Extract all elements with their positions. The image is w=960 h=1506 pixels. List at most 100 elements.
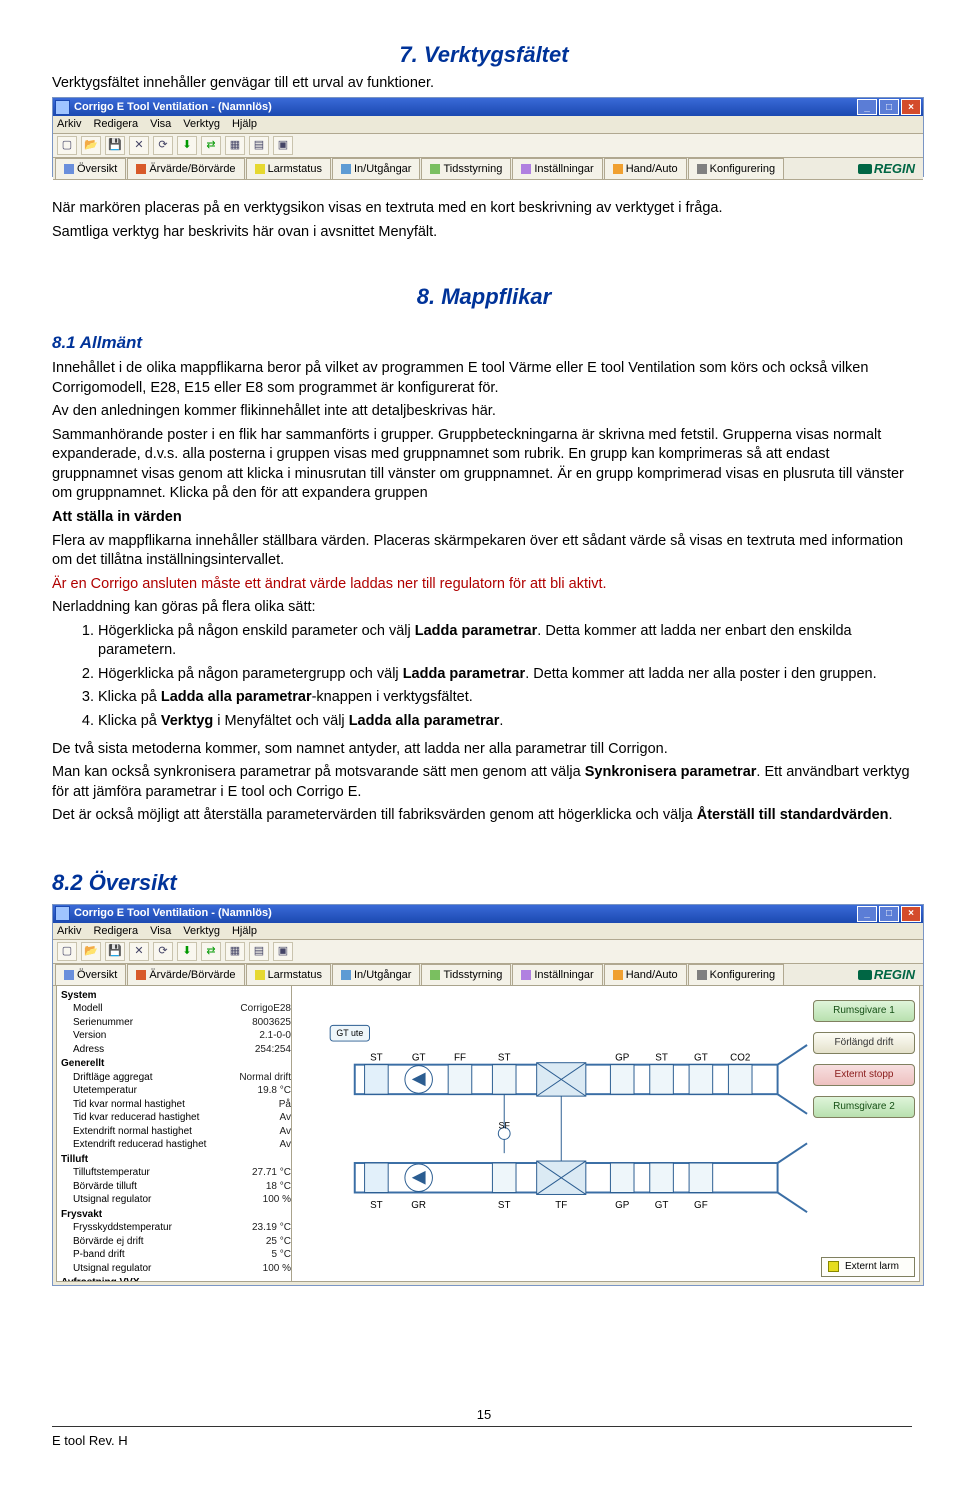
menu-arkiv[interactable]: Arkiv	[57, 924, 81, 939]
tab-larm[interactable]: Larmstatus	[246, 964, 331, 985]
menu-arkiv[interactable]: Arkiv	[57, 117, 81, 132]
btn-forlangd[interactable]: Förlängd drift	[813, 1032, 915, 1054]
toolbar: ▢ 📂 💾 ✕ ⟳ ⬇ ⇄ ▦ ▤ ▣	[53, 134, 923, 158]
tab-larm[interactable]: Larmstatus	[246, 158, 331, 179]
svg-text:SF: SF	[499, 1120, 511, 1130]
p-81b: Av den anledningen kommer flikinnehållet…	[52, 402, 916, 422]
tab-tid[interactable]: Tidsstyrning	[421, 964, 511, 985]
btn-rumsgivare2[interactable]: Rumsgivare 2	[813, 1096, 915, 1118]
p-fl-red: Är en Corrigo ansluten måste ett ändrat …	[52, 575, 916, 595]
btn-rumsgivare1[interactable]: Rumsgivare 1	[813, 1000, 915, 1022]
list-item-2: Högerklicka på någon parametergrupp och …	[98, 665, 916, 685]
svg-text:GF: GF	[694, 1200, 708, 1211]
tab-io[interactable]: In/Utgångar	[332, 964, 420, 985]
tab-oversikt[interactable]: Översikt	[55, 964, 126, 985]
tab-hand[interactable]: Hand/Auto	[604, 964, 687, 985]
tool-open-icon[interactable]: 📂	[81, 136, 101, 155]
list-item-1: Högerklicka på någon enskild parameter o…	[98, 622, 916, 661]
tool-chart-icon[interactable]: ▦	[225, 136, 245, 155]
heading-7: 7. Verktygsfältet	[52, 40, 916, 70]
tool-chart-icon[interactable]: ▦	[225, 942, 245, 961]
tool-sync-icon[interactable]: ⇄	[201, 942, 221, 961]
heading-8-1: 8.1 Allmänt	[52, 332, 916, 355]
tab-konf[interactable]: Konfigurering	[688, 964, 784, 985]
list-item-4: Klicka på Verktyg i Menyfältet och välj …	[98, 712, 916, 732]
tool-download-icon[interactable]: ⬇	[177, 942, 197, 961]
svg-text:ST: ST	[370, 1052, 383, 1063]
tree-panel[interactable]: System ModellCorrigoE28 Serienummer80036…	[56, 985, 296, 1282]
menu-verktyg[interactable]: Verktyg	[183, 924, 220, 939]
maximize-button[interactable]: □	[879, 99, 899, 115]
tool-delete-icon[interactable]: ✕	[129, 136, 149, 155]
tab-hand[interactable]: Hand/Auto	[604, 158, 687, 179]
p-7b: När markören placeras på en verktygsikon…	[52, 199, 916, 219]
tool-refresh-icon[interactable]: ⟳	[153, 136, 173, 155]
tool-group-icon[interactable]: ▣	[273, 136, 293, 155]
app-icon	[55, 906, 70, 921]
menu-hjalp[interactable]: Hjälp	[232, 924, 257, 939]
menu-bar: Arkiv Redigera Visa Verktyg Hjälp	[53, 116, 923, 134]
tool-group-icon[interactable]: ▣	[273, 942, 293, 961]
tab-konf[interactable]: Konfigurering	[688, 158, 784, 179]
svg-text:CO2: CO2	[730, 1052, 750, 1063]
minimize-button[interactable]: _	[857, 906, 877, 922]
svg-text:GP: GP	[615, 1200, 630, 1211]
p-81c: Sammanhörande poster i en flik har samma…	[52, 426, 916, 504]
tool-save-icon[interactable]: 💾	[105, 942, 125, 961]
tool-new-icon[interactable]: ▢	[57, 942, 77, 961]
svg-text:ST: ST	[370, 1200, 383, 1211]
p-7a: Verktygsfältet innehåller genvägar till …	[52, 74, 916, 94]
maximize-button[interactable]: □	[879, 906, 899, 922]
p-end3: Det är också möjligt att återställa para…	[52, 806, 916, 826]
svg-text:FF: FF	[454, 1052, 466, 1063]
menu-redigera[interactable]: Redigera	[93, 117, 138, 132]
window-title: Corrigo E Tool Ventilation - (Namnlös)	[74, 100, 272, 115]
svg-text:GR: GR	[411, 1200, 426, 1211]
tab-inst[interactable]: Inställningar	[512, 158, 602, 179]
tab-oversikt[interactable]: Översikt	[55, 158, 126, 179]
brand-regin: REGIN	[858, 966, 921, 984]
window-title: Corrigo E Tool Ventilation - (Namnlös)	[74, 906, 272, 921]
svg-text:ST: ST	[498, 1052, 511, 1063]
close-button[interactable]: ×	[901, 99, 921, 115]
menu-hjalp[interactable]: Hjälp	[232, 117, 257, 132]
btn-externtstopp[interactable]: Externt stopp	[813, 1064, 915, 1086]
tab-tid[interactable]: Tidsstyrning	[421, 158, 511, 179]
tool-refresh-icon[interactable]: ⟳	[153, 942, 173, 961]
app-icon	[55, 100, 70, 115]
tool-download-icon[interactable]: ⬇	[177, 136, 197, 155]
tool-open-icon[interactable]: 📂	[81, 942, 101, 961]
minimize-button[interactable]: _	[857, 99, 877, 115]
tab-arvarde[interactable]: Ärvärde/Börvärde	[127, 158, 244, 179]
tab-arvarde[interactable]: Ärvärde/Börvärde	[127, 964, 244, 985]
svg-text:GT ute: GT ute	[336, 1028, 363, 1038]
tool-save-icon[interactable]: 💾	[105, 136, 125, 155]
p-7c: Samtliga verktyg har beskrivits här ovan…	[52, 223, 916, 243]
svg-text:GT: GT	[694, 1052, 708, 1063]
p-end1: De två sista metoderna kommer, som namne…	[52, 740, 916, 760]
tool-note-icon[interactable]: ▤	[249, 942, 269, 961]
close-button[interactable]: ×	[901, 906, 921, 922]
p-attstalla: Att ställa in värden	[52, 508, 916, 528]
page-number: 15	[477, 1406, 491, 1424]
indicator-externtlarm: Externt larm	[821, 1257, 915, 1277]
tool-new-icon[interactable]: ▢	[57, 136, 77, 155]
menu-verktyg[interactable]: Verktyg	[183, 117, 220, 132]
brand-regin: REGIN	[858, 160, 921, 178]
menu-visa[interactable]: Visa	[150, 924, 171, 939]
tab-bar: Översikt Ärvärde/Börvärde Larmstatus In/…	[53, 158, 923, 180]
tool-delete-icon[interactable]: ✕	[129, 942, 149, 961]
tab-inst[interactable]: Inställningar	[512, 964, 602, 985]
menu-visa[interactable]: Visa	[150, 117, 171, 132]
screenshot-overview: Corrigo E Tool Ventilation - (Namnlös) _…	[52, 904, 924, 1286]
svg-text:GP: GP	[615, 1052, 630, 1063]
svg-text:GT: GT	[412, 1052, 426, 1063]
tool-sync-icon[interactable]: ⇄	[201, 136, 221, 155]
screenshot-toolbar: Corrigo E Tool Ventilation - (Namnlös) _…	[52, 97, 924, 177]
menu-redigera[interactable]: Redigera	[93, 924, 138, 939]
svg-text:ST: ST	[655, 1052, 668, 1063]
p-end2: Man kan också synkronisera parametrar på…	[52, 763, 916, 802]
tab-io[interactable]: In/Utgångar	[332, 158, 420, 179]
svg-text:ST: ST	[498, 1200, 511, 1211]
tool-note-icon[interactable]: ▤	[249, 136, 269, 155]
